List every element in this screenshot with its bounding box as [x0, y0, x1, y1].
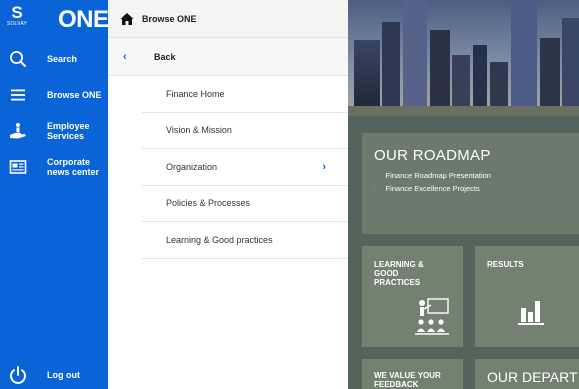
- results-tile[interactable]: RESULTS: [475, 246, 579, 347]
- roadmap-link-label: Finance Excellence Projects: [385, 184, 480, 193]
- roadmap-link-label: Finance Roadmap Presentation: [385, 171, 491, 180]
- sidebar-item-label: Employee Services: [47, 121, 90, 141]
- hamburger-menu-icon: [11, 89, 25, 101]
- presentation-audience-icon: [415, 298, 449, 335]
- logout-button[interactable]: Log out: [0, 361, 108, 389]
- hand-person-icon: [10, 123, 26, 139]
- sidebar-item-employee-services[interactable]: Employee Services: [0, 113, 108, 149]
- sidebar-item-label: Corporate news center: [47, 157, 100, 177]
- solvay-logo-letter: S: [11, 3, 23, 22]
- sidebar-item-browse-one[interactable]: Browse ONE: [0, 77, 108, 113]
- feedback-tile[interactable]: WE VALUE YOUR FEEDBACK: [362, 359, 463, 389]
- menu-item-learning-good-practices[interactable]: Learning & Good practices: [142, 222, 348, 259]
- sidebar-item-label: Search: [47, 54, 78, 64]
- menu-item-label: Vision & Mission: [166, 125, 232, 136]
- panel-title: Browse ONE: [142, 14, 197, 24]
- results-tile-label: RESULTS: [487, 260, 524, 269]
- chevron-right-icon: ›: [374, 171, 377, 180]
- chevron-right-icon: ›: [374, 184, 377, 193]
- roadmap-card[interactable]: OUR ROADMAP › Finance Roadmap Presentatio…: [362, 133, 579, 234]
- menu-item-policies-processes[interactable]: Policies & Processes: [142, 186, 348, 222]
- bar-chart-icon: [518, 301, 544, 325]
- roadmap-link[interactable]: › Finance Roadmap Presentation: [374, 171, 491, 180]
- menu-list: Finance Home Vision & Mission Organizati…: [142, 76, 348, 259]
- sidebar-item-search[interactable]: Search: [0, 41, 108, 77]
- panel-header: Browse ONE: [108, 0, 348, 38]
- sidebar-item-corporate-news[interactable]: Corporate news center: [0, 149, 108, 185]
- browse-panel: Browse ONE ‹ Back Finance Home Vision & …: [108, 0, 348, 389]
- menu-item-finance-home[interactable]: Finance Home: [142, 76, 348, 113]
- app-name-logo[interactable]: ONE: [58, 8, 109, 32]
- menu-item-label: Policies & Processes: [166, 198, 251, 209]
- menu-item-label: Learning & Good practices: [166, 234, 273, 245]
- departments-tile[interactable]: OUR DEPART: [475, 359, 579, 389]
- sidebar-item-label: Browse ONE: [47, 90, 102, 100]
- menu-item-label: Finance Home: [166, 88, 225, 99]
- solvay-logo-text: SOLVAY: [6, 21, 28, 27]
- learning-tile[interactable]: LEARNING & GOOD PRACTICES: [362, 246, 463, 347]
- newspaper-icon: [9, 160, 27, 174]
- chevron-left-icon: ‹: [123, 51, 127, 63]
- roadmap-link[interactable]: › Finance Excellence Projects: [374, 184, 480, 193]
- home-icon[interactable]: [120, 12, 134, 26]
- feedback-tile-label: WE VALUE YOUR FEEDBACK: [374, 371, 441, 389]
- roadmap-title: OUR ROADMAP: [374, 147, 491, 164]
- solvay-logo[interactable]: S SOLVAY: [6, 4, 28, 28]
- city-skyline-image: [348, 0, 579, 116]
- learning-tile-label: LEARNING & GOOD PRACTICES: [374, 260, 424, 287]
- brand-header: S SOLVAY ONE: [0, 0, 109, 41]
- content-area: OUR ROADMAP › Finance Roadmap Presentatio…: [348, 0, 579, 389]
- back-label: Back: [154, 52, 176, 62]
- logout-label: Log out: [47, 370, 80, 380]
- search-icon: [10, 51, 27, 68]
- chevron-right-icon: ›: [322, 161, 326, 173]
- departments-tile-label: OUR DEPART: [487, 369, 578, 385]
- main-sidebar: S SOLVAY ONE Search Browse ONE Employee …: [0, 0, 109, 389]
- power-icon: [10, 366, 26, 384]
- back-button[interactable]: ‹ Back: [108, 38, 348, 76]
- menu-item-label: Organization: [166, 161, 218, 172]
- menu-item-organization[interactable]: Organization ›: [142, 149, 348, 186]
- menu-item-vision-mission[interactable]: Vision & Mission: [142, 113, 348, 149]
